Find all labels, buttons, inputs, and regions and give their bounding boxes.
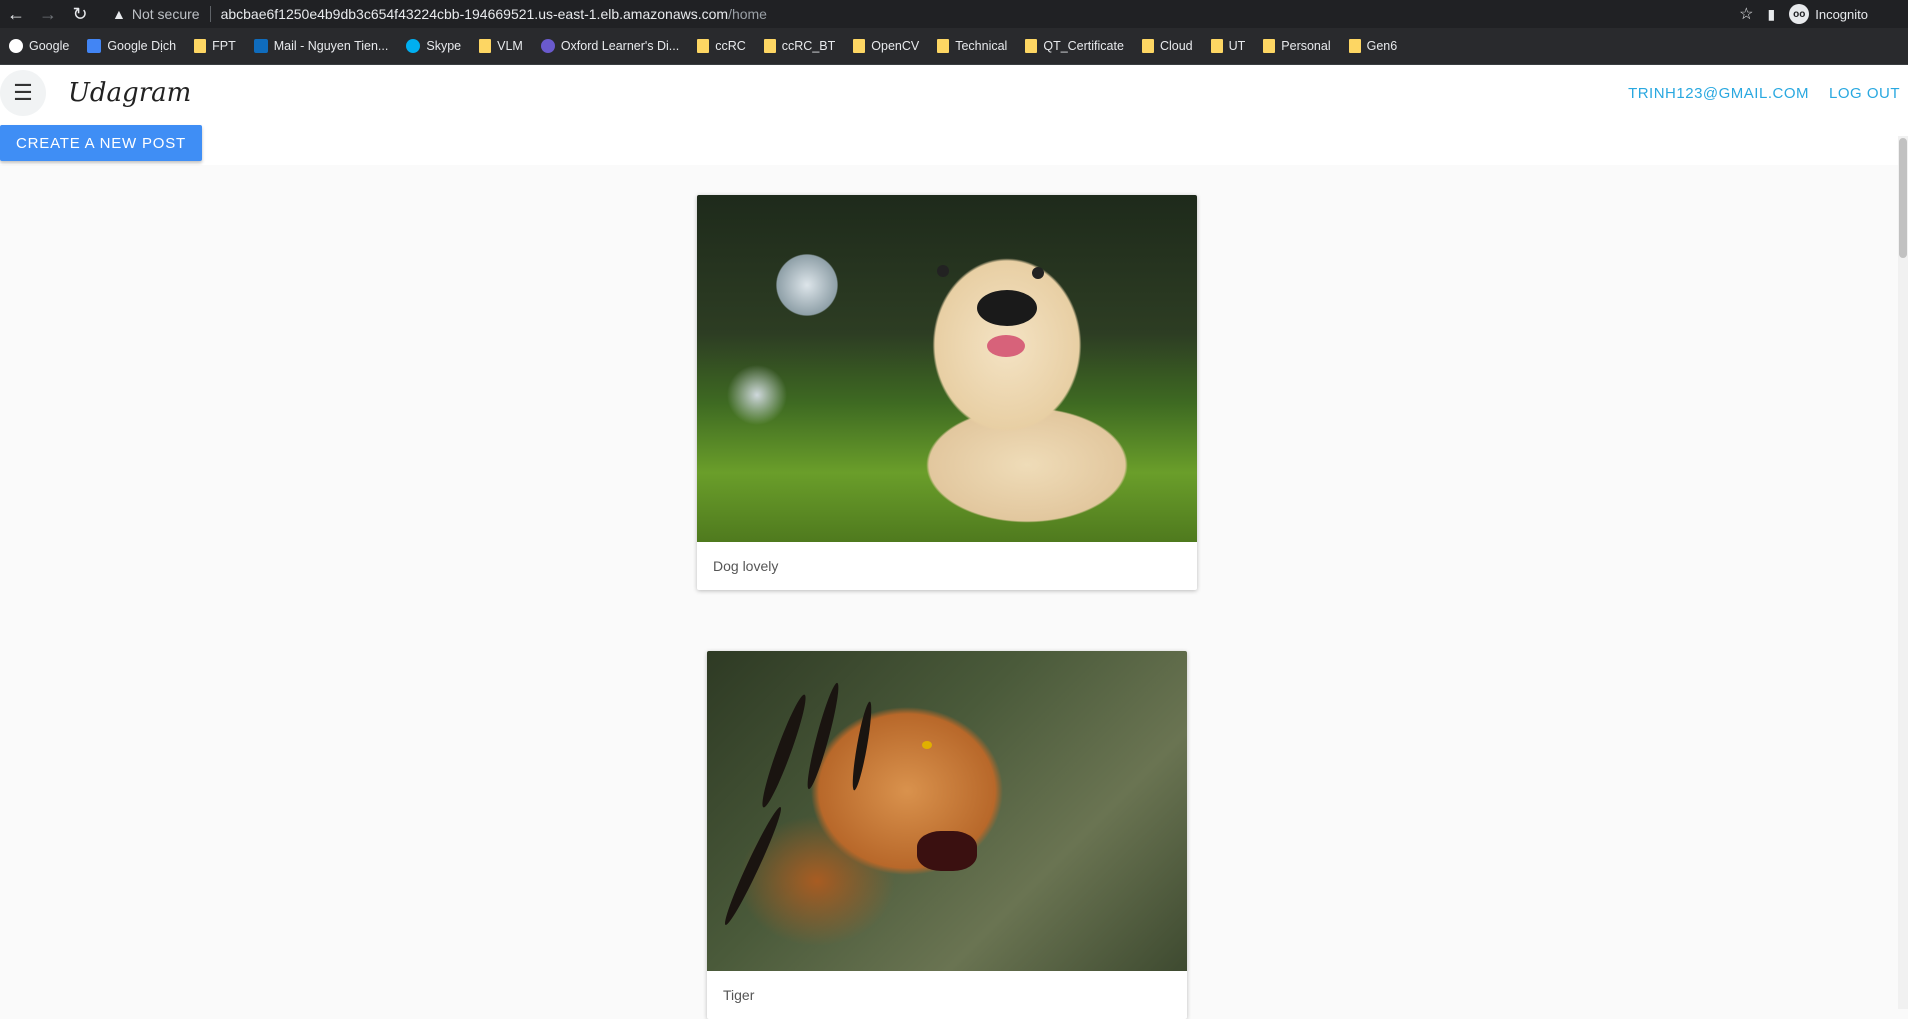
address-bar[interactable]: ▲ Not secure abcbae6f1250e4b9db3c654f432… [104,1,1784,27]
bookmark-label: FPT [212,39,236,53]
skype-icon [406,39,421,53]
bookmark-mail[interactable]: Mail - Nguyen Tien... [245,39,398,53]
create-post-button[interactable]: CREATE A NEW POST [0,125,203,161]
post-caption: Tiger [723,987,755,1003]
post-image-dog [697,195,1197,542]
tiger-stripe [849,700,875,792]
bookmarks-bar: Google Google Dịch FPT Mail - Nguyen Tie… [0,28,1908,65]
dog-tongue [987,335,1025,357]
bookmark-label: ccRC_BT [781,39,836,53]
incognito-icon: oo [1789,4,1810,24]
post-image-tiger [707,651,1187,971]
bookmark-label: Cloud [1159,39,1193,53]
post-card: Dog lovely [697,195,1197,590]
app-logo[interactable]: Udagram [68,78,191,108]
bookmark-label: OpenCV [871,39,920,53]
forward-arrow-icon[interactable]: → [38,4,58,24]
profile-button[interactable]: oo Incognito [1789,4,1868,24]
logout-button[interactable]: LOG OUT [1829,85,1900,102]
folder-icon [479,39,492,53]
bookmark-fpt[interactable]: FPT [185,39,245,53]
folder-icon [1141,39,1154,53]
security-label: Not secure [131,6,200,22]
oxford-icon [540,39,555,53]
tiger-stripe [720,804,786,928]
folder-icon [1210,39,1223,53]
dog-nose [977,290,1037,326]
bookmark-label: Gen6 [1366,39,1398,53]
app-header: ☰ Udagram TRINH123@GMAIL.COM LOG OUT [0,65,1908,121]
bookmark-technical[interactable]: Technical [928,39,1016,53]
folder-icon [763,39,776,53]
folder-icon [1263,39,1276,53]
outlook-icon [253,39,268,53]
folder-icon [697,39,710,53]
bookmark-ccrc[interactable]: ccRC [688,39,755,53]
bookmark-label: Mail - Nguyen Tien... [273,39,389,53]
tiger-stripe [756,692,812,810]
bookmark-label: Personal [1281,39,1331,53]
tiger-stripe [802,681,844,791]
tiger-eye [922,741,932,749]
folder-icon [853,39,866,53]
post-caption: Dog lovely [713,558,779,574]
bookmark-ccrc-bt[interactable]: ccRC_BT [755,39,844,53]
scrollbar[interactable] [1898,136,1908,1009]
action-bar [0,121,1908,165]
translate-icon [87,39,102,53]
bookmark-cloud[interactable]: Cloud [1133,39,1202,53]
folder-icon [937,39,950,53]
bookmark-qt-certificate[interactable]: QT_Certificate [1016,39,1133,53]
profile-label: Incognito [1815,6,1868,22]
bookmark-skype[interactable]: Skype [397,39,470,53]
url-host: abcbae6f1250e4b9db3c654f43224cbb-1946695… [220,6,729,22]
bookmark-personal[interactable]: Personal [1254,39,1339,53]
bookmark-vlm[interactable]: VLM [470,39,532,53]
address-divider [209,6,211,22]
user-email-link[interactable]: TRINH123@GMAIL.COM [1628,85,1809,102]
bookmark-label: Skype [426,39,462,53]
bookmark-oxford[interactable]: Oxford Learner's Di... [532,39,688,53]
bookmark-label: ccRC [715,39,746,53]
dog-eye [937,265,949,277]
scrollbar-thumb[interactable] [1899,138,1907,258]
bookmark-label: QT_Certificate [1043,39,1124,53]
bookmark-opencv[interactable]: OpenCV [844,39,928,53]
folder-icon [1348,39,1361,53]
side-panel-icon[interactable]: ▮ [1768,6,1776,23]
bookmark-google-dich[interactable]: Google Dịch [78,39,185,53]
post-card: Tiger [707,651,1187,1019]
google-icon [9,39,23,53]
warning-icon: ▲ [112,6,126,22]
reload-icon[interactable]: ↻ [70,4,90,24]
bookmark-gen6[interactable]: Gen6 [1340,39,1407,53]
bookmark-label: Google [29,39,70,53]
bookmark-label: Technical [955,39,1008,53]
folder-icon [194,39,207,53]
star-icon[interactable]: ☆ [1739,4,1753,24]
bookmark-label: VLM [497,39,523,53]
browser-toolbar: ← → ↻ ▲ Not secure abcbae6f1250e4b9db3c6… [0,0,1908,28]
folder-icon [1025,39,1038,53]
url-path: /home [728,6,767,22]
back-arrow-icon[interactable]: ← [6,4,26,24]
menu-icon[interactable]: ☰ [0,70,46,116]
bookmark-google[interactable]: Google [0,39,78,53]
bookmark-ut[interactable]: UT [1202,39,1255,53]
bookmark-label: UT [1228,39,1246,53]
tiger-mouth [917,831,977,871]
bookmark-label: Oxford Learner's Di... [560,39,680,53]
dog-eye [1032,267,1044,279]
bookmark-label: Google Dịch [107,39,177,53]
